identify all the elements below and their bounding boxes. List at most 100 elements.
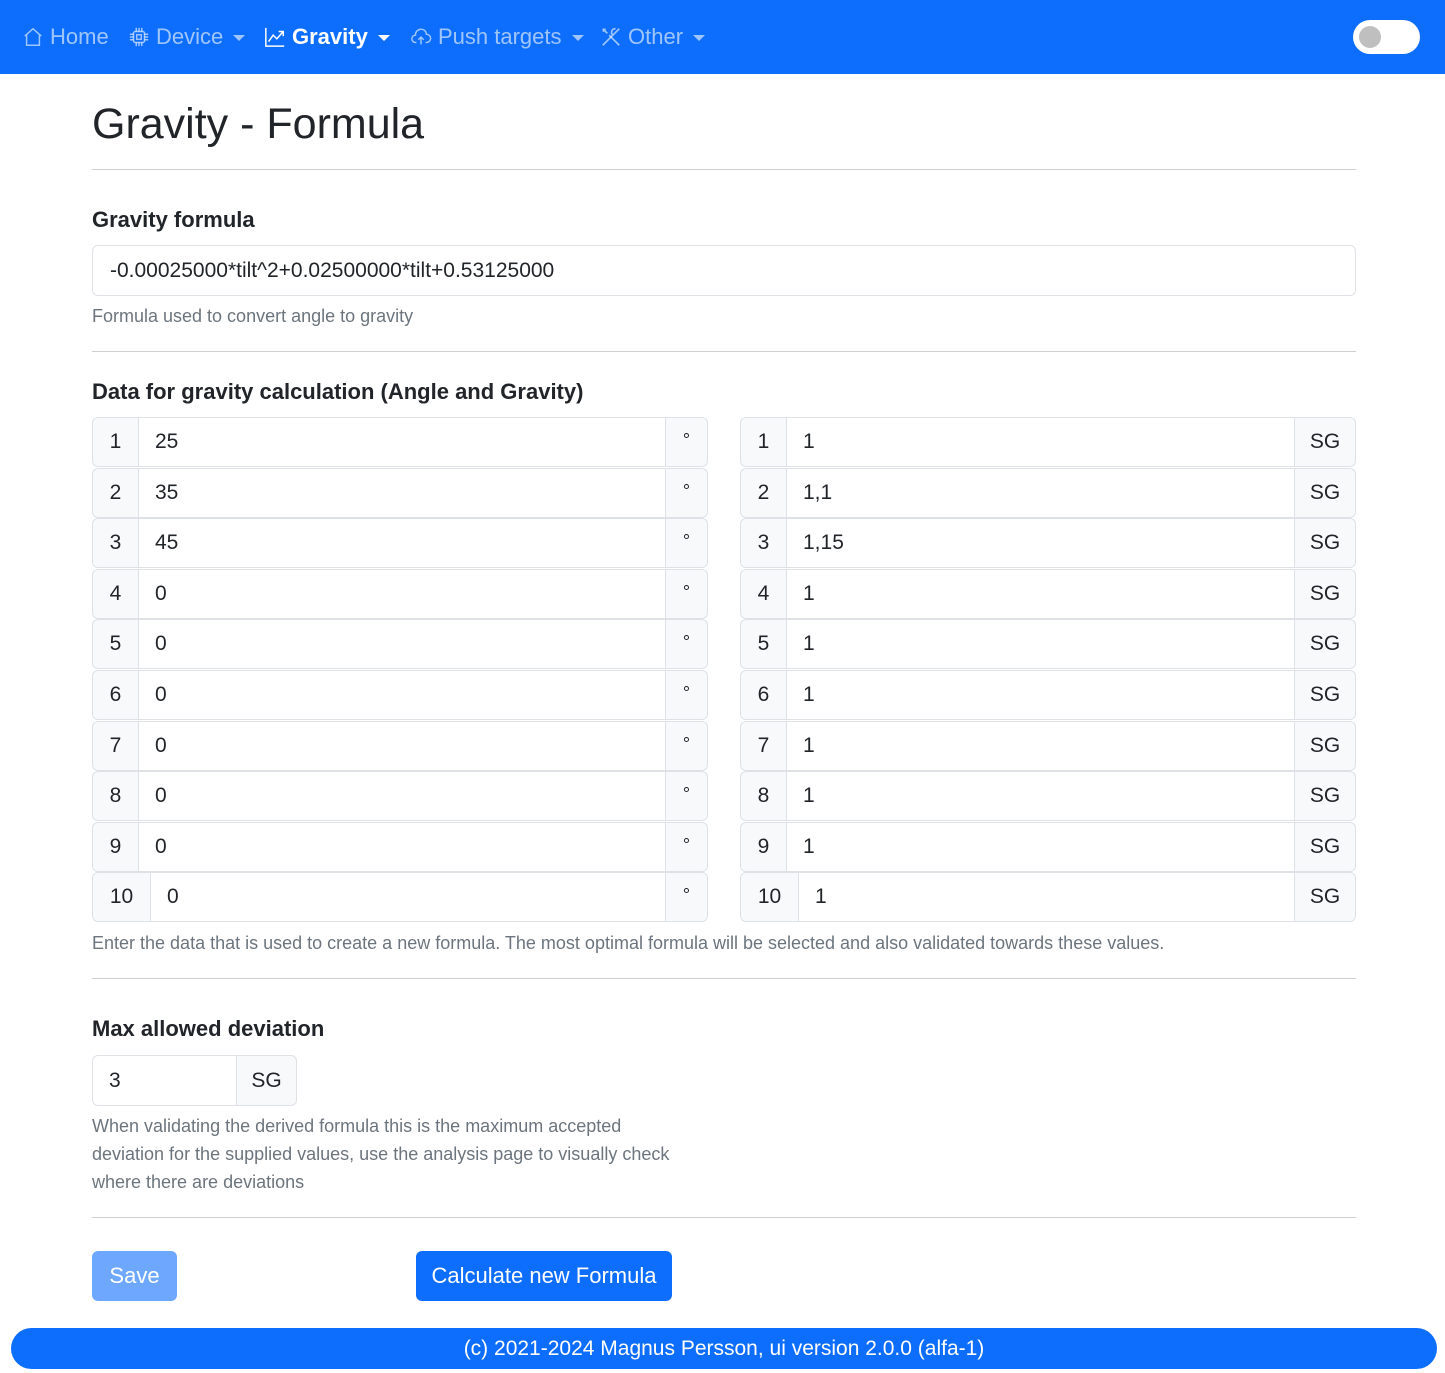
nav-other-label: Other: [628, 24, 684, 49]
gravity-index: 6: [740, 670, 786, 720]
nav-other-dropdown[interactable]: Other: [600, 0, 706, 74]
tools-icon: [602, 27, 620, 46]
angle-input-group: 1 25 °: [92, 417, 708, 467]
house-icon: [24, 27, 42, 46]
degree-unit: °: [666, 721, 708, 771]
angle-input-group: 2 35 °: [92, 468, 708, 518]
angle-index: 3: [92, 518, 138, 568]
nav-device-dropdown[interactable]: Device: [128, 0, 246, 74]
gravity-input[interactable]: 1: [798, 872, 1295, 922]
angle-input-group: 6 0 °: [92, 670, 708, 720]
gravity-input-group: 4 1 SG: [740, 569, 1356, 619]
angle-index: 6: [92, 670, 138, 720]
gravity-input-group: 9 1 SG: [740, 822, 1356, 872]
angle-index: 4: [92, 569, 138, 619]
cpu-icon: [129, 27, 149, 47]
angle-input-group: 3 45 °: [92, 518, 708, 568]
gravity-index: 3: [740, 518, 786, 568]
angle-input[interactable]: 0: [138, 721, 666, 771]
gravity-input[interactable]: 1: [786, 771, 1295, 821]
deviation-help-line: where there are deviations: [92, 1172, 305, 1192]
angle-input[interactable]: 0: [138, 771, 666, 821]
angle-input[interactable]: 0: [150, 872, 666, 922]
gravity-input[interactable]: 1,15: [786, 518, 1295, 568]
nav-gravity-dropdown[interactable]: Gravity: [264, 0, 390, 74]
formula-input[interactable]: -0.00025000*tilt^2+0.02500000*tilt+0.531…: [92, 245, 1356, 296]
gravity-input[interactable]: 1: [786, 822, 1295, 872]
deviation-unit: SG: [237, 1055, 297, 1106]
gravity-index: 1: [740, 417, 786, 467]
chevron-down-icon: [233, 35, 246, 41]
sg-unit: SG: [1295, 518, 1356, 568]
gravity-index: 8: [740, 771, 786, 821]
footer: (c) 2021-2024 Magnus Persson, ui version…: [11, 1328, 1437, 1369]
gravity-input-group: 1 1 SG: [740, 417, 1356, 467]
gravity-index: 2: [740, 468, 786, 518]
chevron-down-icon: [693, 35, 706, 41]
degree-unit: °: [666, 822, 708, 872]
gravity-input-group: 7 1 SG: [740, 721, 1356, 771]
degree-unit: °: [666, 771, 708, 821]
formula-help-text: Formula used to convert angle to gravity: [92, 306, 414, 326]
degree-unit: °: [666, 417, 708, 467]
angle-index: 5: [92, 619, 138, 669]
sg-unit: SG: [1295, 417, 1356, 467]
gravity-input-group: 8 1 SG: [740, 771, 1356, 821]
angle-input[interactable]: 0: [138, 670, 666, 720]
gravity-input-group: 10 1 SG: [740, 872, 1356, 922]
page-title: Gravity - Formula: [92, 100, 425, 148]
sg-unit: SG: [1295, 619, 1356, 669]
sg-unit: SG: [1295, 569, 1356, 619]
formula-label: Gravity formula: [92, 207, 255, 232]
top-navbar: Home Device Gravity Push targets Other: [0, 0, 1445, 74]
divider: [92, 351, 1356, 352]
divider: [92, 978, 1356, 979]
angle-input[interactable]: 0: [138, 619, 666, 669]
gravity-input[interactable]: 1: [786, 619, 1295, 669]
gravity-input-group: 6 1 SG: [740, 670, 1356, 720]
deviation-input-group: 3 SG: [92, 1055, 297, 1106]
angle-input-group: 4 0 °: [92, 569, 708, 619]
deviation-input[interactable]: 3: [92, 1055, 237, 1106]
angle-input[interactable]: 25: [138, 417, 666, 467]
gravity-index: 10: [740, 872, 798, 922]
gravity-index: 5: [740, 619, 786, 669]
angle-input[interactable]: 0: [138, 822, 666, 872]
angle-input[interactable]: 35: [138, 468, 666, 518]
graph-up-icon: [265, 27, 285, 47]
calculate-formula-button[interactable]: Calculate new Formula: [416, 1251, 672, 1301]
angle-input[interactable]: 45: [138, 518, 666, 568]
gravity-index: 7: [740, 721, 786, 771]
gravity-input[interactable]: 1,1: [786, 468, 1295, 518]
nav-home[interactable]: Home: [22, 0, 109, 74]
chevron-down-icon: [377, 35, 390, 41]
gravity-input[interactable]: 1: [786, 721, 1295, 771]
deviation-help-text: When validating the derived formula this…: [92, 1112, 669, 1196]
degree-unit: °: [666, 872, 708, 922]
sg-unit: SG: [1295, 872, 1356, 922]
nav-push-targets-label: Push targets: [438, 24, 562, 49]
cloud-upload-icon: [411, 28, 432, 45]
angle-index: 8: [92, 771, 138, 821]
sg-unit: SG: [1295, 771, 1356, 821]
sg-unit: SG: [1295, 822, 1356, 872]
angle-index: 7: [92, 721, 138, 771]
sg-unit: SG: [1295, 468, 1356, 518]
gravity-input[interactable]: 1: [786, 569, 1295, 619]
angle-input-group: 7 0 °: [92, 721, 708, 771]
angle-index: 10: [92, 872, 150, 922]
gravity-input-group: 5 1 SG: [740, 619, 1356, 669]
degree-unit: °: [666, 670, 708, 720]
nav-gravity-label: Gravity: [292, 24, 368, 49]
angle-input[interactable]: 0: [138, 569, 666, 619]
toggle-knob: [1359, 26, 1381, 48]
gravity-input[interactable]: 1: [786, 417, 1295, 467]
gravity-input[interactable]: 1: [786, 670, 1295, 720]
nav-push-targets-dropdown[interactable]: Push targets: [410, 0, 584, 74]
nav-device-label: Device: [156, 24, 224, 49]
angle-input-group: 5 0 °: [92, 619, 708, 669]
save-button[interactable]: Save: [92, 1251, 177, 1301]
data-help-text: Enter the data that is used to create a …: [92, 933, 1165, 953]
theme-toggle-switch[interactable]: [1353, 20, 1420, 54]
sg-unit: SG: [1295, 670, 1356, 720]
